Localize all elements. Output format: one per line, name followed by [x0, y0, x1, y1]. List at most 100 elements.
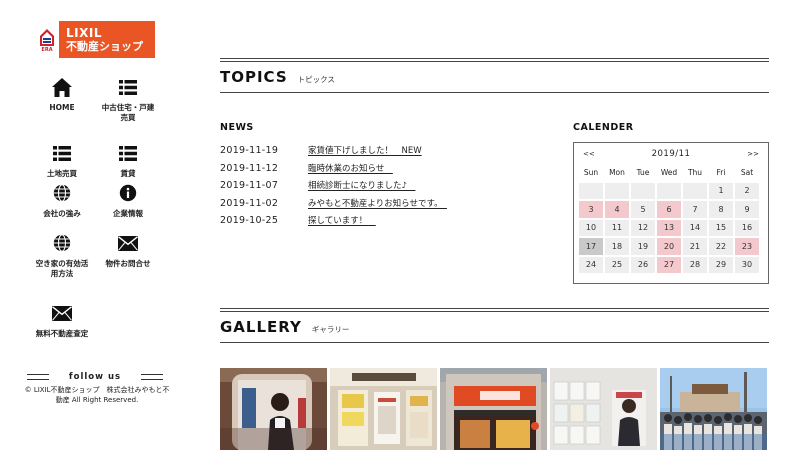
topics-top-rule: [220, 58, 769, 62]
era-logo-icon: ERA: [37, 25, 57, 55]
calendar-day[interactable]: 22: [709, 238, 733, 255]
calendar-day[interactable]: 10: [579, 219, 603, 236]
calendar-weekday: Sun: [583, 167, 599, 177]
side-nav: HOME 中古住宅・戸建 売買 土地売買 賃貸 会社の強み 企業情報 空き家の有…: [30, 76, 160, 342]
calendar-day[interactable]: 11: [605, 219, 629, 236]
nav-property-inquiry[interactable]: 物件お問合せ: [96, 232, 160, 302]
calendar-day[interactable]: 15: [709, 219, 733, 236]
logo-line1: LIXIL: [66, 25, 102, 40]
follow-decor-left: [27, 374, 49, 380]
calendar-day[interactable]: 16: [735, 219, 759, 236]
news-item: 2019-11-02 みやもと不動産よりお知らせです。: [220, 198, 480, 216]
calendar-weekday: Mon: [609, 167, 625, 177]
list-icon: [117, 142, 139, 164]
nav-label: 物件お問合せ: [105, 259, 151, 268]
calendar-day[interactable]: 17: [579, 238, 603, 255]
calendar-weekday: Wed: [660, 167, 678, 177]
calendar-day[interactable]: 3: [579, 201, 603, 218]
calendar-weekday: Thu: [687, 167, 703, 177]
nav-strengths[interactable]: 会社の強み: [30, 182, 94, 232]
follow-us: follow us: [27, 371, 163, 383]
calendar-day[interactable]: 25: [605, 256, 629, 273]
list-icon: [51, 142, 73, 164]
calendar-day[interactable]: 8: [709, 201, 733, 218]
globe-icon: [51, 182, 73, 204]
calendar-day[interactable]: 9: [735, 201, 759, 218]
list-icon: [117, 76, 139, 98]
calendar-day[interactable]: 23: [735, 238, 759, 255]
nav-rental[interactable]: 賃貸: [96, 142, 160, 182]
nav-company[interactable]: 企業情報: [96, 182, 160, 232]
gallery-image-storefront[interactable]: [440, 368, 547, 450]
calendar: << 2019/11 >> Sun Mon Tue Wed Thu Fri Sat 1 2 3 4 5…: [573, 142, 769, 284]
calendar-day[interactable]: 4: [605, 201, 629, 218]
calendar-day[interactable]: 18: [605, 238, 629, 255]
calendar-day[interactable]: 2: [735, 182, 759, 199]
calendar-day[interactable]: 21: [683, 238, 707, 255]
gallery-image-wall-flyers[interactable]: [550, 368, 657, 450]
nav-vacant-house[interactable]: 空き家の有効活 用方法: [30, 232, 94, 302]
home-icon: [51, 76, 73, 98]
calendar-empty-cell: [605, 182, 629, 199]
gallery-heading: GALLERY ギャラリー: [220, 318, 349, 336]
calendar-empty-cell: [579, 182, 603, 199]
gallery-title: GALLERY: [220, 318, 302, 336]
topics-heading: TOPICS トピックス: [220, 68, 335, 86]
calendar-day[interactable]: 30: [735, 256, 759, 273]
gallery-image-festival-crowd[interactable]: [660, 368, 767, 450]
nav-used-house[interactable]: 中古住宅・戸建 売買: [96, 76, 160, 142]
calendar-day[interactable]: 29: [709, 256, 733, 273]
calendar-day[interactable]: 28: [683, 256, 707, 273]
news-item: 2019-10-25 探しています！: [220, 215, 480, 233]
calendar-day[interactable]: 27: [657, 256, 681, 273]
calendar-day[interactable]: 20: [657, 238, 681, 255]
calendar-weekday: Sat: [740, 167, 754, 177]
nav-free-appraisal[interactable]: 無料不動産査定: [30, 302, 94, 342]
era-text: ERA: [41, 46, 53, 53]
news-date: 2019-10-25: [220, 215, 279, 226]
gallery-image-shop-window[interactable]: [330, 368, 437, 450]
calendar-weekday: Tue: [636, 167, 650, 177]
calendar-next-button[interactable]: >>: [747, 150, 759, 158]
calendar-empty-cell: [631, 182, 655, 199]
calendar-header: << 2019/11 >>: [579, 147, 763, 161]
gallery-bottom-rule: [220, 342, 769, 343]
calendar-day[interactable]: 26: [631, 256, 655, 273]
calendar-prev-button[interactable]: <<: [583, 150, 595, 158]
news-link[interactable]: 臨時休業のお知らせ: [308, 163, 393, 175]
calendar-month: 2019/11: [651, 149, 691, 159]
nav-label: 土地売買: [47, 169, 77, 178]
news-item: 2019-11-12 臨時休業のお知らせ: [220, 163, 480, 181]
news-item: 2019-11-07 相続診断士になりました♪: [220, 180, 480, 198]
calendar-day[interactable]: 1: [709, 182, 733, 199]
news-link[interactable]: みやもと不動産よりお知らせです。: [308, 198, 447, 210]
news-item: 2019-11-19 家賃値下げしました！ NEW: [220, 145, 480, 163]
calendar-day[interactable]: 5: [631, 201, 655, 218]
nav-label: 会社の強み: [43, 209, 81, 218]
news-link[interactable]: 家賃値下げしました！ NEW: [308, 145, 422, 157]
site-logo[interactable]: ERA LIXIL 不動産ショップ: [37, 21, 155, 58]
nav-label: 賃貸: [120, 169, 136, 178]
calendar-empty-cell: [657, 182, 681, 199]
globe-icon: [51, 232, 73, 254]
calendar-heading: CALENDER: [573, 122, 634, 133]
nav-home[interactable]: HOME: [30, 76, 94, 142]
calendar-day[interactable]: 7: [683, 201, 707, 218]
topics-title: TOPICS: [220, 68, 288, 86]
news-date: 2019-11-07: [220, 180, 279, 191]
calendar-day[interactable]: 19: [631, 238, 655, 255]
nav-land[interactable]: 土地売買: [30, 142, 94, 182]
calendar-day[interactable]: 12: [631, 219, 655, 236]
calendar-weekday: Fri: [716, 167, 726, 177]
calendar-day[interactable]: 14: [683, 219, 707, 236]
logo-brand-box: LIXIL 不動産ショップ: [59, 21, 155, 58]
gallery-subtitle: ギャラリー: [311, 325, 350, 334]
calendar-day[interactable]: 6: [657, 201, 681, 218]
calendar-grid: Sun Mon Tue Wed Thu Fri Sat 1 2 3 4 5 6 7 8 9 10 11 12 13 14…: [579, 164, 763, 273]
news-link[interactable]: 探しています！: [308, 215, 376, 227]
calendar-day[interactable]: 13: [657, 219, 681, 236]
gallery-image-office-interior[interactable]: [220, 368, 327, 450]
calendar-day[interactable]: 24: [579, 256, 603, 273]
news-link[interactable]: 相続診断士になりました♪: [308, 180, 415, 192]
topics-subtitle: トピックス: [297, 75, 335, 84]
